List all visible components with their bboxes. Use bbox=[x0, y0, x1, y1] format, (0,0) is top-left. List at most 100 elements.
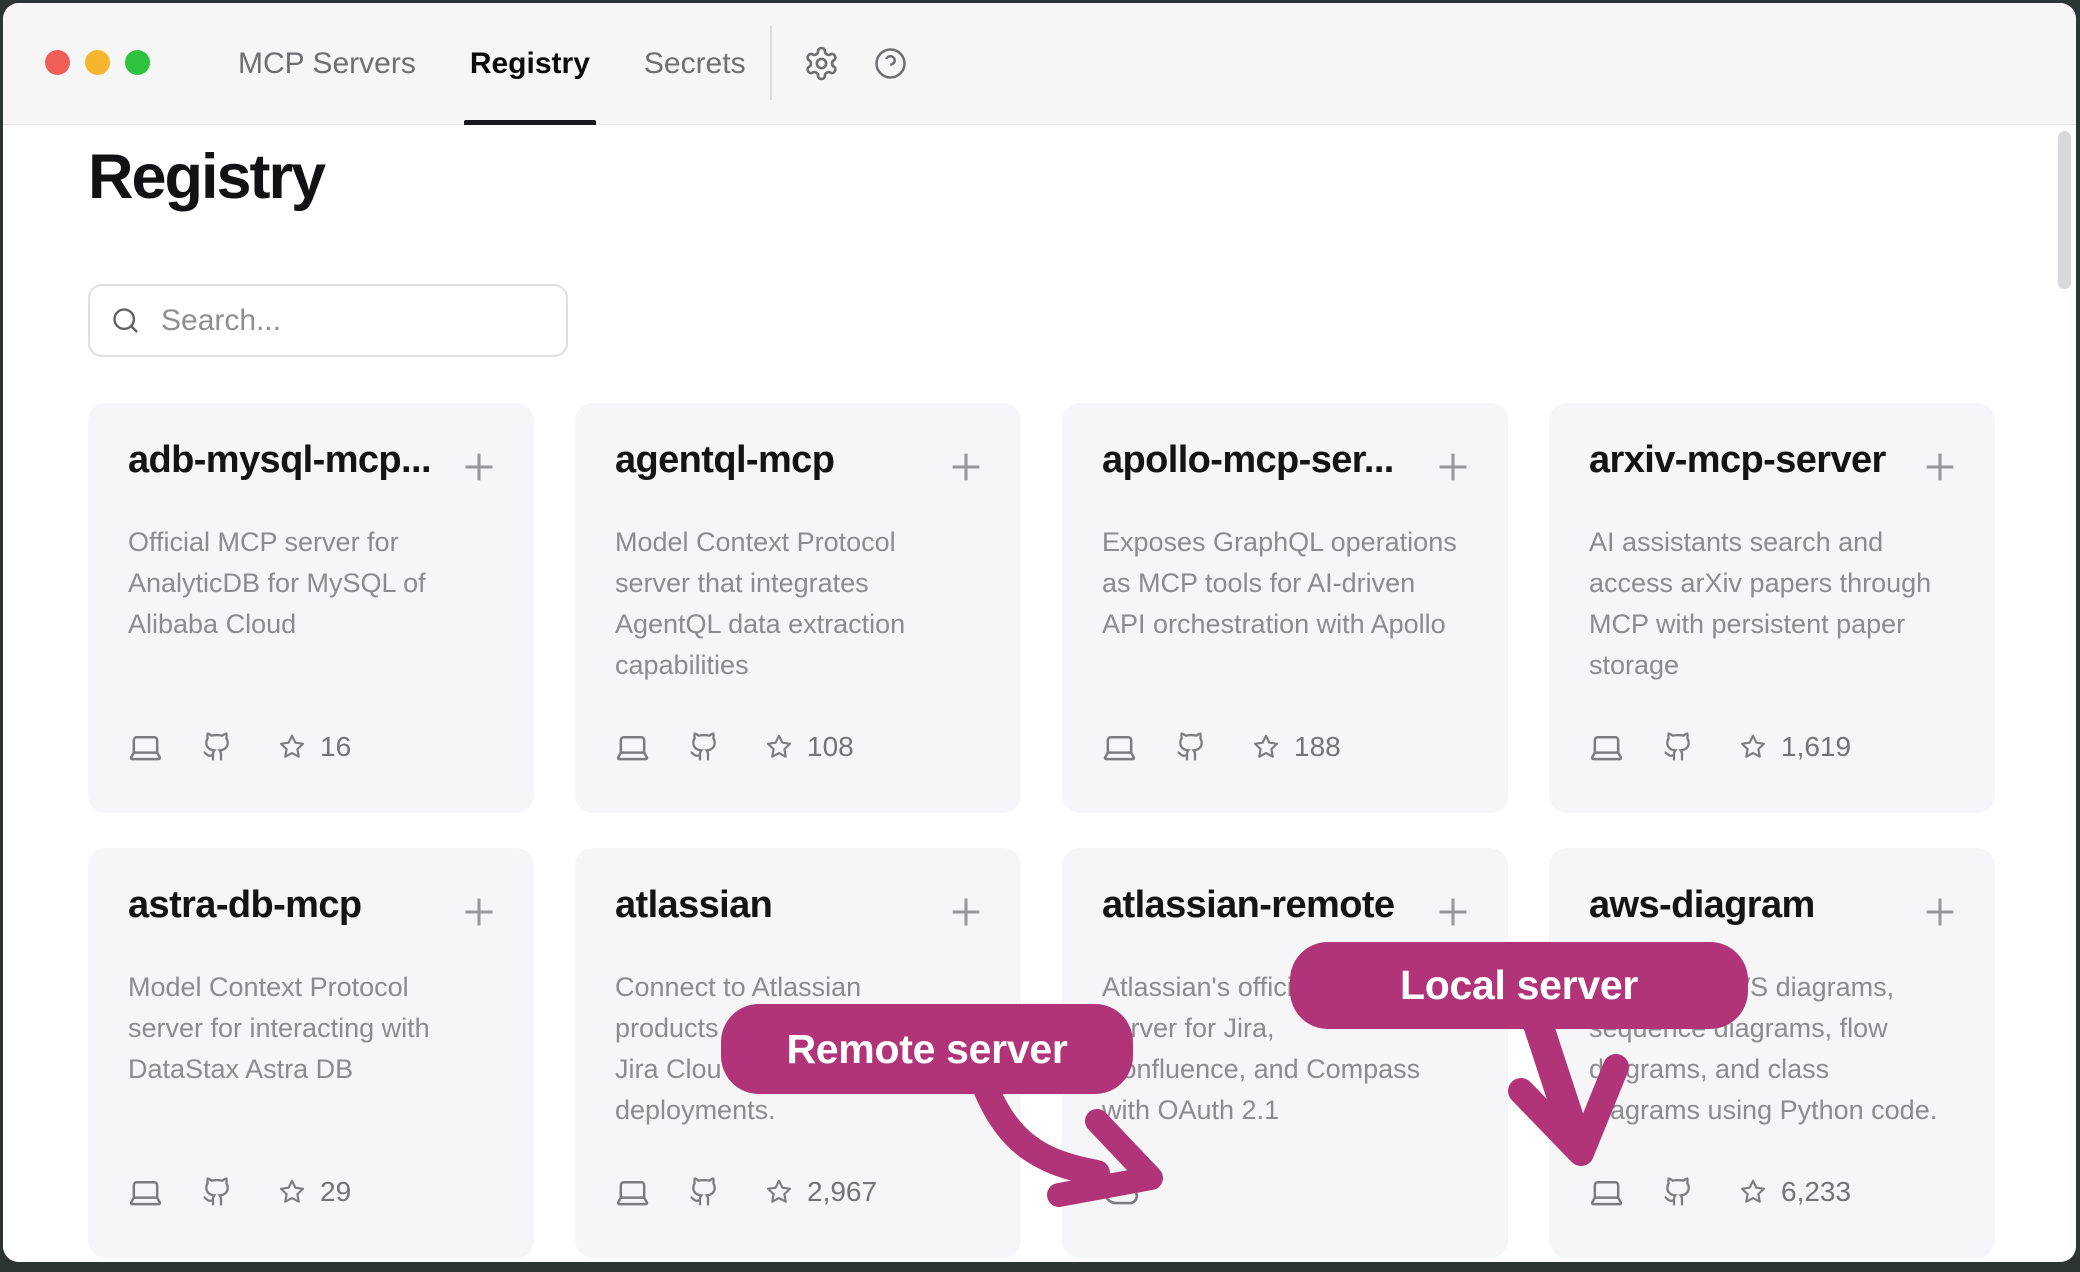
plus-icon bbox=[1917, 889, 1963, 935]
search-box[interactable] bbox=[88, 284, 568, 357]
add-server-button[interactable] bbox=[1917, 889, 1963, 938]
add-server-button[interactable] bbox=[943, 444, 989, 493]
card-title: agentql-mcp bbox=[615, 437, 834, 485]
card-footer: 188 bbox=[1102, 727, 1341, 767]
github-icon[interactable] bbox=[1175, 731, 1207, 763]
card-footer: 108 bbox=[615, 727, 854, 767]
minimize-button[interactable] bbox=[85, 50, 110, 75]
scrollbar-thumb[interactable] bbox=[2058, 131, 2071, 289]
plus-icon bbox=[943, 889, 989, 935]
zoom-button[interactable] bbox=[125, 50, 150, 75]
help-button[interactable] bbox=[873, 46, 908, 81]
laptop-icon bbox=[1102, 730, 1137, 765]
card-header: aws-diagram bbox=[1589, 882, 1963, 938]
plus-icon bbox=[1917, 444, 1963, 490]
add-server-button[interactable] bbox=[1430, 889, 1476, 938]
github-icon[interactable] bbox=[1662, 731, 1694, 763]
registry-card-agentql-mcp[interactable]: agentql-mcp Model Context Protocolserver… bbox=[575, 403, 1021, 813]
card-header: atlassian-remote bbox=[1102, 882, 1476, 938]
registry-card-adb-mysql-mcp[interactable]: adb-mysql-mcp... Official MCP server for… bbox=[88, 403, 534, 813]
card-title: apollo-mcp-ser... bbox=[1102, 437, 1394, 485]
traffic-lights bbox=[45, 50, 150, 75]
tab-mcp-servers[interactable]: MCP Servers bbox=[236, 3, 418, 124]
star-icon bbox=[1738, 1177, 1768, 1207]
card-description: Model Context Protocolserver for interac… bbox=[128, 967, 430, 1090]
plus-icon bbox=[1430, 444, 1476, 490]
card-header: adb-mysql-mcp... bbox=[128, 437, 502, 493]
registry-card-apollo-mcp-ser[interactable]: apollo-mcp-ser... Exposes GraphQL operat… bbox=[1062, 403, 1508, 813]
close-button[interactable] bbox=[45, 50, 70, 75]
registry-grid: adb-mysql-mcp... Official MCP server for… bbox=[88, 403, 1995, 1258]
star-icon bbox=[764, 732, 794, 762]
question-mark-icon bbox=[873, 46, 908, 81]
card-header: arxiv-mcp-server bbox=[1589, 437, 1963, 493]
card-title: adb-mysql-mcp... bbox=[128, 437, 431, 485]
card-title: arxiv-mcp-server bbox=[1589, 437, 1886, 485]
card-header: atlassian bbox=[615, 882, 989, 938]
card-title: atlassian-remote bbox=[1102, 882, 1394, 930]
star-icon bbox=[764, 1177, 794, 1207]
add-server-button[interactable] bbox=[456, 889, 502, 938]
laptop-icon bbox=[1589, 1175, 1624, 1210]
gear-icon bbox=[803, 45, 840, 82]
plus-icon bbox=[456, 444, 502, 490]
card-header: agentql-mcp bbox=[615, 437, 989, 493]
annotation-remote-server: Remote server bbox=[721, 1004, 1133, 1094]
star-icon bbox=[277, 1177, 307, 1207]
card-description: Exposes GraphQL operationsas MCP tools f… bbox=[1102, 522, 1457, 645]
app-window: MCP Servers Registry Secrets Registry bbox=[3, 3, 2076, 1262]
star-count: 1,619 bbox=[1781, 731, 1851, 763]
card-description: Model Context Protocolserver that integr… bbox=[615, 522, 905, 686]
tab-registry[interactable]: Registry bbox=[468, 3, 592, 124]
laptop-icon bbox=[128, 1175, 163, 1210]
card-description: AI assistants search andaccess arXiv pap… bbox=[1589, 522, 1931, 686]
star-count: 2,967 bbox=[807, 1176, 877, 1208]
star-icon bbox=[277, 732, 307, 762]
settings-button[interactable] bbox=[803, 45, 840, 82]
star-icon bbox=[1738, 732, 1768, 762]
github-icon[interactable] bbox=[201, 1176, 233, 1208]
laptop-icon bbox=[615, 730, 650, 765]
star-count: 16 bbox=[320, 731, 351, 763]
tab-bar: MCP Servers Registry Secrets bbox=[236, 3, 748, 124]
card-footer bbox=[1102, 1172, 1140, 1212]
page-title: Registry bbox=[88, 141, 324, 213]
star-count: 29 bbox=[320, 1176, 351, 1208]
star-count: 6,233 bbox=[1781, 1176, 1851, 1208]
card-title: astra-db-mcp bbox=[128, 882, 362, 930]
tab-secrets[interactable]: Secrets bbox=[642, 3, 748, 124]
card-header: apollo-mcp-ser... bbox=[1102, 437, 1476, 493]
github-icon[interactable] bbox=[688, 1176, 720, 1208]
annotation-local-server: Local server bbox=[1290, 942, 1748, 1029]
registry-card-aws-diagram[interactable]: aws-diagram Generate AWS diagrams,sequen… bbox=[1549, 848, 1995, 1258]
add-server-button[interactable] bbox=[1430, 444, 1476, 493]
card-footer: 29 bbox=[128, 1172, 351, 1212]
search-icon bbox=[110, 305, 141, 336]
titlebar: MCP Servers Registry Secrets bbox=[3, 3, 2076, 125]
add-server-button[interactable] bbox=[943, 889, 989, 938]
card-title: atlassian bbox=[615, 882, 772, 930]
registry-card-astra-db-mcp[interactable]: astra-db-mcp Model Context Protocolserve… bbox=[88, 848, 534, 1258]
plus-icon bbox=[943, 444, 989, 490]
card-title: aws-diagram bbox=[1589, 882, 1815, 930]
card-header: astra-db-mcp bbox=[128, 882, 502, 938]
titlebar-divider bbox=[770, 26, 772, 100]
laptop-icon bbox=[615, 1175, 650, 1210]
plus-icon bbox=[1430, 889, 1476, 935]
cloud-icon bbox=[1102, 1173, 1140, 1211]
star-count: 188 bbox=[1294, 731, 1341, 763]
search-input[interactable] bbox=[161, 304, 546, 338]
star-count: 108 bbox=[807, 731, 854, 763]
card-footer: 1,619 bbox=[1589, 727, 1851, 767]
github-icon[interactable] bbox=[688, 731, 720, 763]
laptop-icon bbox=[1589, 730, 1624, 765]
star-icon bbox=[1251, 732, 1281, 762]
github-icon[interactable] bbox=[1662, 1176, 1694, 1208]
card-footer: 16 bbox=[128, 727, 351, 767]
card-footer: 6,233 bbox=[1589, 1172, 1851, 1212]
add-server-button[interactable] bbox=[1917, 444, 1963, 493]
registry-card-arxiv-mcp-server[interactable]: arxiv-mcp-server AI assistants search an… bbox=[1549, 403, 1995, 813]
card-description: Official MCP server forAnalyticDB for My… bbox=[128, 522, 426, 645]
github-icon[interactable] bbox=[201, 731, 233, 763]
add-server-button[interactable] bbox=[456, 444, 502, 493]
